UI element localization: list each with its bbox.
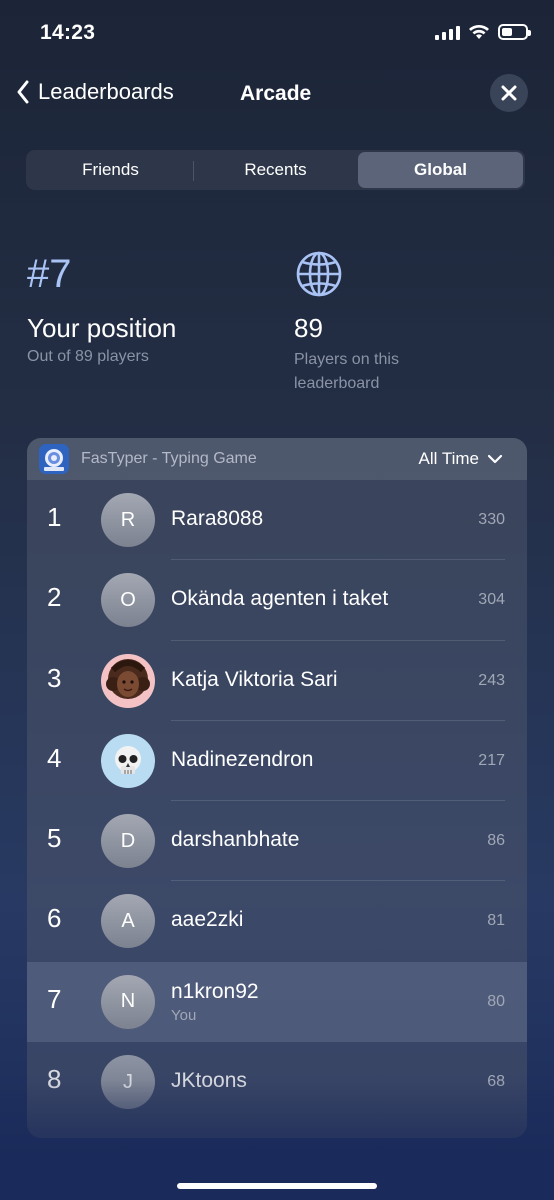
tab-friends[interactable]: Friends: [28, 152, 193, 188]
avatar: A: [101, 894, 155, 949]
table-row[interactable]: 6 A aae2zki 81: [27, 881, 527, 961]
memoji-avatar: [101, 653, 155, 708]
globe-icon: [296, 251, 342, 297]
table-row[interactable]: 3 Katja Viktoria Sari 243: [27, 641, 527, 721]
game-app-icon: [39, 444, 69, 474]
tab-global[interactable]: Global: [358, 152, 523, 188]
avatar: R: [101, 493, 155, 547]
table-row[interactable]: 4 Nadinezendron 217: [27, 721, 527, 802]
table-row[interactable]: 2 O Okända agenten i taket 304: [27, 560, 527, 641]
close-icon: [501, 85, 517, 101]
row-rank: 8: [47, 1064, 62, 1095]
avatar: D: [101, 814, 155, 869]
player-count-subtitle: Players on this leaderboard: [294, 351, 399, 392]
player-count: 89: [294, 313, 323, 343]
nav-bar: Leaderboards Arcade: [0, 70, 554, 120]
row-rank: 7: [47, 983, 62, 1014]
player-score: 81: [487, 912, 505, 930]
time-filter-label: All Time: [418, 449, 479, 468]
time-filter-dropdown[interactable]: All Time: [419, 449, 503, 469]
table-row[interactable]: 5 D darshanbhate 86: [27, 801, 527, 882]
status-bar: 14:23: [0, 0, 554, 66]
wifi-icon: [469, 25, 489, 39]
player-score: 217: [478, 751, 505, 769]
position-subtitle: Out of 89 players: [27, 348, 149, 365]
table-row-current-user[interactable]: 7 N n1kron92 You 80: [27, 961, 527, 1043]
page-title: Arcade: [240, 82, 312, 105]
player-name: darshanbhate: [171, 828, 300, 852]
skull-avatar: [101, 733, 155, 788]
player-score: 86: [487, 832, 505, 850]
cellular-signal-icon: [435, 24, 460, 40]
your-rank: #7: [27, 252, 72, 296]
avatar: J: [101, 1055, 155, 1110]
you-label: You: [171, 1006, 197, 1024]
tab-recents[interactable]: Recents: [193, 152, 358, 188]
avatar: O: [101, 573, 155, 628]
close-button[interactable]: [490, 74, 528, 112]
game-name: FasTyper - Typing Game: [81, 450, 257, 467]
avatar: N: [101, 974, 155, 1029]
player-score: 68: [487, 1073, 505, 1091]
status-time: 14:23: [40, 21, 96, 44]
row-rank: 6: [47, 903, 62, 934]
player-name: Katja Viktoria Sari: [171, 667, 338, 691]
row-rank: 2: [47, 582, 62, 613]
back-label: Leaderboards: [38, 79, 174, 104]
player-name: Rara8088: [171, 507, 264, 530]
leaderboard-scope-tabs: Friends Recents Global: [26, 150, 525, 190]
player-score: 80: [487, 992, 505, 1010]
player-name: Nadinezendron: [171, 747, 314, 771]
back-button[interactable]: Leaderboards: [16, 79, 174, 105]
chevron-down-icon: [487, 454, 503, 464]
position-label: Your position: [27, 313, 177, 343]
player-name: n1kron92: [171, 979, 259, 1003]
table-row[interactable]: 8 J JKtoons 68: [27, 1042, 527, 1122]
player-name: aae2zki: [171, 908, 244, 932]
player-score: 304: [478, 591, 505, 609]
player-name: JKtoons: [171, 1069, 247, 1093]
row-rank: 3: [47, 662, 62, 693]
player-score: 330: [478, 511, 505, 528]
row-rank: 1: [47, 502, 62, 532]
leaderboard-card: FasTyper - Typing Game All Time 1 R Rara…: [27, 438, 527, 1138]
status-icons: [435, 24, 531, 40]
player-score: 243: [478, 671, 505, 689]
chevron-left-icon: [17, 80, 29, 104]
row-rank: 5: [47, 823, 62, 854]
player-name: Okända agenten i taket: [171, 587, 389, 611]
table-row[interactable]: 1 R Rara8088 330: [27, 480, 527, 561]
battery-icon: [498, 24, 531, 40]
leaderboard-header: FasTyper - Typing Game All Time: [27, 438, 527, 480]
row-rank: 4: [47, 742, 62, 773]
home-indicator[interactable]: [177, 1183, 377, 1189]
